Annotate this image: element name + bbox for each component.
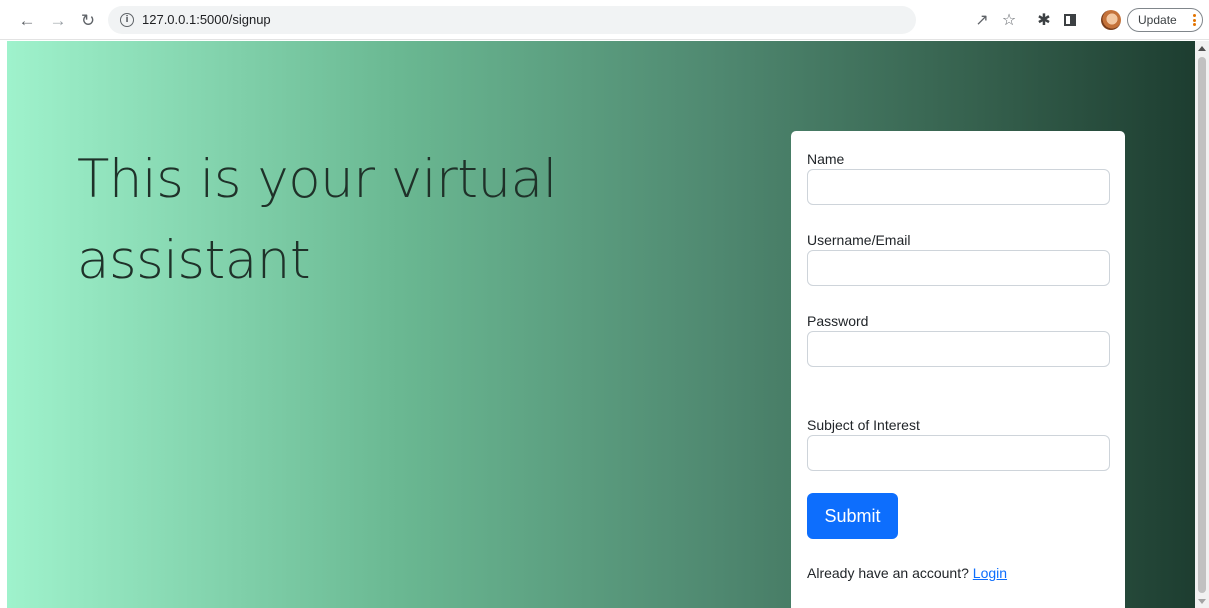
- profile-avatar[interactable]: [1101, 10, 1121, 30]
- name-field[interactable]: [807, 169, 1110, 205]
- scroll-up-arrow-icon[interactable]: [1198, 46, 1206, 51]
- menu-dots-icon: [1192, 14, 1196, 26]
- forward-arrow-icon[interactable]: →: [47, 9, 69, 31]
- back-arrow-icon[interactable]: ←: [16, 9, 38, 31]
- login-link[interactable]: Login: [973, 565, 1007, 581]
- vertical-scrollbar[interactable]: [1195, 41, 1209, 608]
- username-email-field[interactable]: [807, 250, 1110, 286]
- bookmark-star-icon[interactable]: ☆: [998, 9, 1020, 31]
- reload-icon[interactable]: ↻: [77, 9, 99, 31]
- login-prompt: Already have an account? Login: [807, 565, 1007, 581]
- extensions-puzzle-icon[interactable]: ✱: [1033, 9, 1055, 31]
- subject-of-interest-field[interactable]: [807, 435, 1110, 471]
- page-left-margin: [0, 41, 7, 608]
- username-label: Username/Email: [807, 232, 911, 248]
- password-field[interactable]: [807, 331, 1110, 367]
- update-button[interactable]: Update: [1127, 8, 1203, 32]
- name-label: Name: [807, 151, 845, 167]
- hero-heading: This is your virtual assistant: [77, 139, 677, 301]
- url-text[interactable]: 127.0.0.1:5000/signup: [142, 12, 271, 27]
- scrollbar-thumb[interactable]: [1198, 57, 1206, 593]
- hero-heading-line-1: This is your virtual: [77, 149, 557, 210]
- site-info-icon[interactable]: i: [120, 13, 134, 27]
- side-panel-icon[interactable]: [1059, 9, 1081, 31]
- signup-page: This is your virtual assistant Name User…: [7, 41, 1195, 608]
- subject-label: Subject of Interest: [807, 417, 920, 433]
- hero-heading-line-2: assistant: [77, 230, 311, 291]
- signup-form-card: Name Username/Email Password Subject of …: [791, 131, 1125, 608]
- scroll-down-arrow-icon[interactable]: [1198, 599, 1206, 604]
- submit-button[interactable]: Submit: [807, 493, 898, 539]
- address-bar[interactable]: i 127.0.0.1:5000/signup: [108, 6, 916, 34]
- share-icon[interactable]: ↗: [971, 9, 993, 31]
- login-prompt-text: Already have an account?: [807, 565, 969, 581]
- update-button-label: Update: [1138, 13, 1177, 27]
- password-label: Password: [807, 313, 869, 329]
- browser-toolbar: ← → ↻ i 127.0.0.1:5000/signup ↗ ☆ ✱ Upda…: [0, 0, 1209, 40]
